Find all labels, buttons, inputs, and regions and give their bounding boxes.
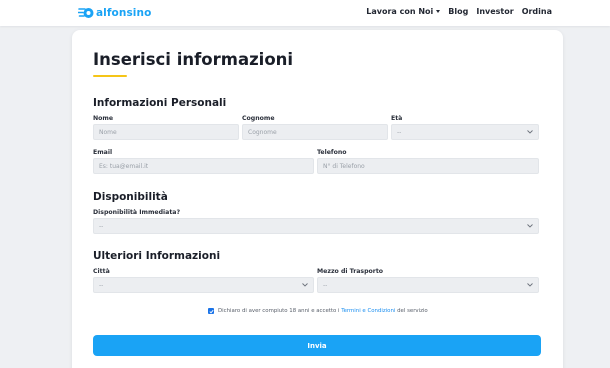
title-underline xyxy=(93,75,127,77)
chevron-down-icon xyxy=(527,130,533,134)
top-navbar: alfonsino Lavora con Noi Blog Investor O… xyxy=(0,0,610,26)
page-title: Inserisci informazioni xyxy=(93,50,294,69)
email-placeholder: Es: tua@email.it xyxy=(99,162,149,170)
consent-text-after: del servizio xyxy=(395,308,428,314)
logo-text: alfonsino xyxy=(96,7,152,19)
cognome-label: Cognome xyxy=(242,115,275,122)
nav-investor[interactable]: Investor xyxy=(476,7,513,16)
consent-row: Dichiaro di aver compiuto 18 anni e acce… xyxy=(208,308,428,314)
cognome-placeholder: Cognome xyxy=(248,128,277,136)
cognome-input[interactable]: Cognome xyxy=(242,124,388,140)
consent-text-before: Dichiaro di aver compiuto 18 anni e acce… xyxy=(218,308,342,314)
checkmark-icon xyxy=(208,309,214,313)
nome-input[interactable]: Nome xyxy=(93,124,239,140)
mezzo-value: -- xyxy=(323,281,328,289)
citta-select[interactable]: -- xyxy=(93,277,314,293)
chevron-down-icon xyxy=(527,283,533,287)
nav-blog[interactable]: Blog xyxy=(448,7,468,16)
nav-ordina[interactable]: Ordina xyxy=(522,7,552,16)
eta-label: Età xyxy=(391,115,403,122)
nome-label: Nome xyxy=(93,115,114,122)
chevron-down-icon xyxy=(302,283,308,287)
email-input[interactable]: Es: tua@email.it xyxy=(93,158,314,174)
main-nav: Lavora con Noi Blog Investor Ordina xyxy=(366,7,552,16)
telefono-label: Telefono xyxy=(317,149,347,156)
section-title-availability: Disponibilità xyxy=(93,191,168,203)
form-card: Inserisci informazioni Informazioni Pers… xyxy=(72,30,563,368)
telefono-input[interactable]: N° di Telefono xyxy=(317,158,539,174)
nav-item-label: Lavora con Noi xyxy=(366,7,434,16)
telefono-placeholder: N° di Telefono xyxy=(323,162,365,170)
section-title-personal: Informazioni Personali xyxy=(93,97,227,109)
eta-select[interactable]: -- xyxy=(391,124,539,140)
citta-label: Città xyxy=(93,268,110,275)
logo[interactable]: alfonsino xyxy=(78,5,151,21)
nav-lavora-con-noi[interactable]: Lavora con Noi xyxy=(366,7,441,16)
submit-button[interactable]: Invia xyxy=(93,335,541,356)
chevron-down-icon xyxy=(527,224,533,228)
chevron-down-icon xyxy=(436,10,441,13)
immediate-label: Disponibilità Immediata? xyxy=(93,209,181,216)
nav-item-label: Ordina xyxy=(521,7,552,16)
immediate-select[interactable]: -- xyxy=(93,218,539,234)
mezzo-label: Mezzo di Trasporto xyxy=(317,268,384,275)
consent-checkbox[interactable] xyxy=(208,308,214,314)
citta-value: -- xyxy=(99,281,104,289)
immediate-value: -- xyxy=(99,222,104,230)
nav-item-label: Investor xyxy=(476,7,514,16)
email-label: Email xyxy=(93,149,113,156)
nome-placeholder: Nome xyxy=(99,128,117,136)
mezzo-select[interactable]: -- xyxy=(317,277,539,293)
nav-item-label: Blog xyxy=(448,7,469,16)
alfonsino-logo-icon xyxy=(78,8,94,18)
eta-value: -- xyxy=(397,128,402,136)
terms-link[interactable]: Termini e Condizioni xyxy=(341,308,395,314)
section-title-additional: Ulteriori Informazioni xyxy=(93,250,221,262)
